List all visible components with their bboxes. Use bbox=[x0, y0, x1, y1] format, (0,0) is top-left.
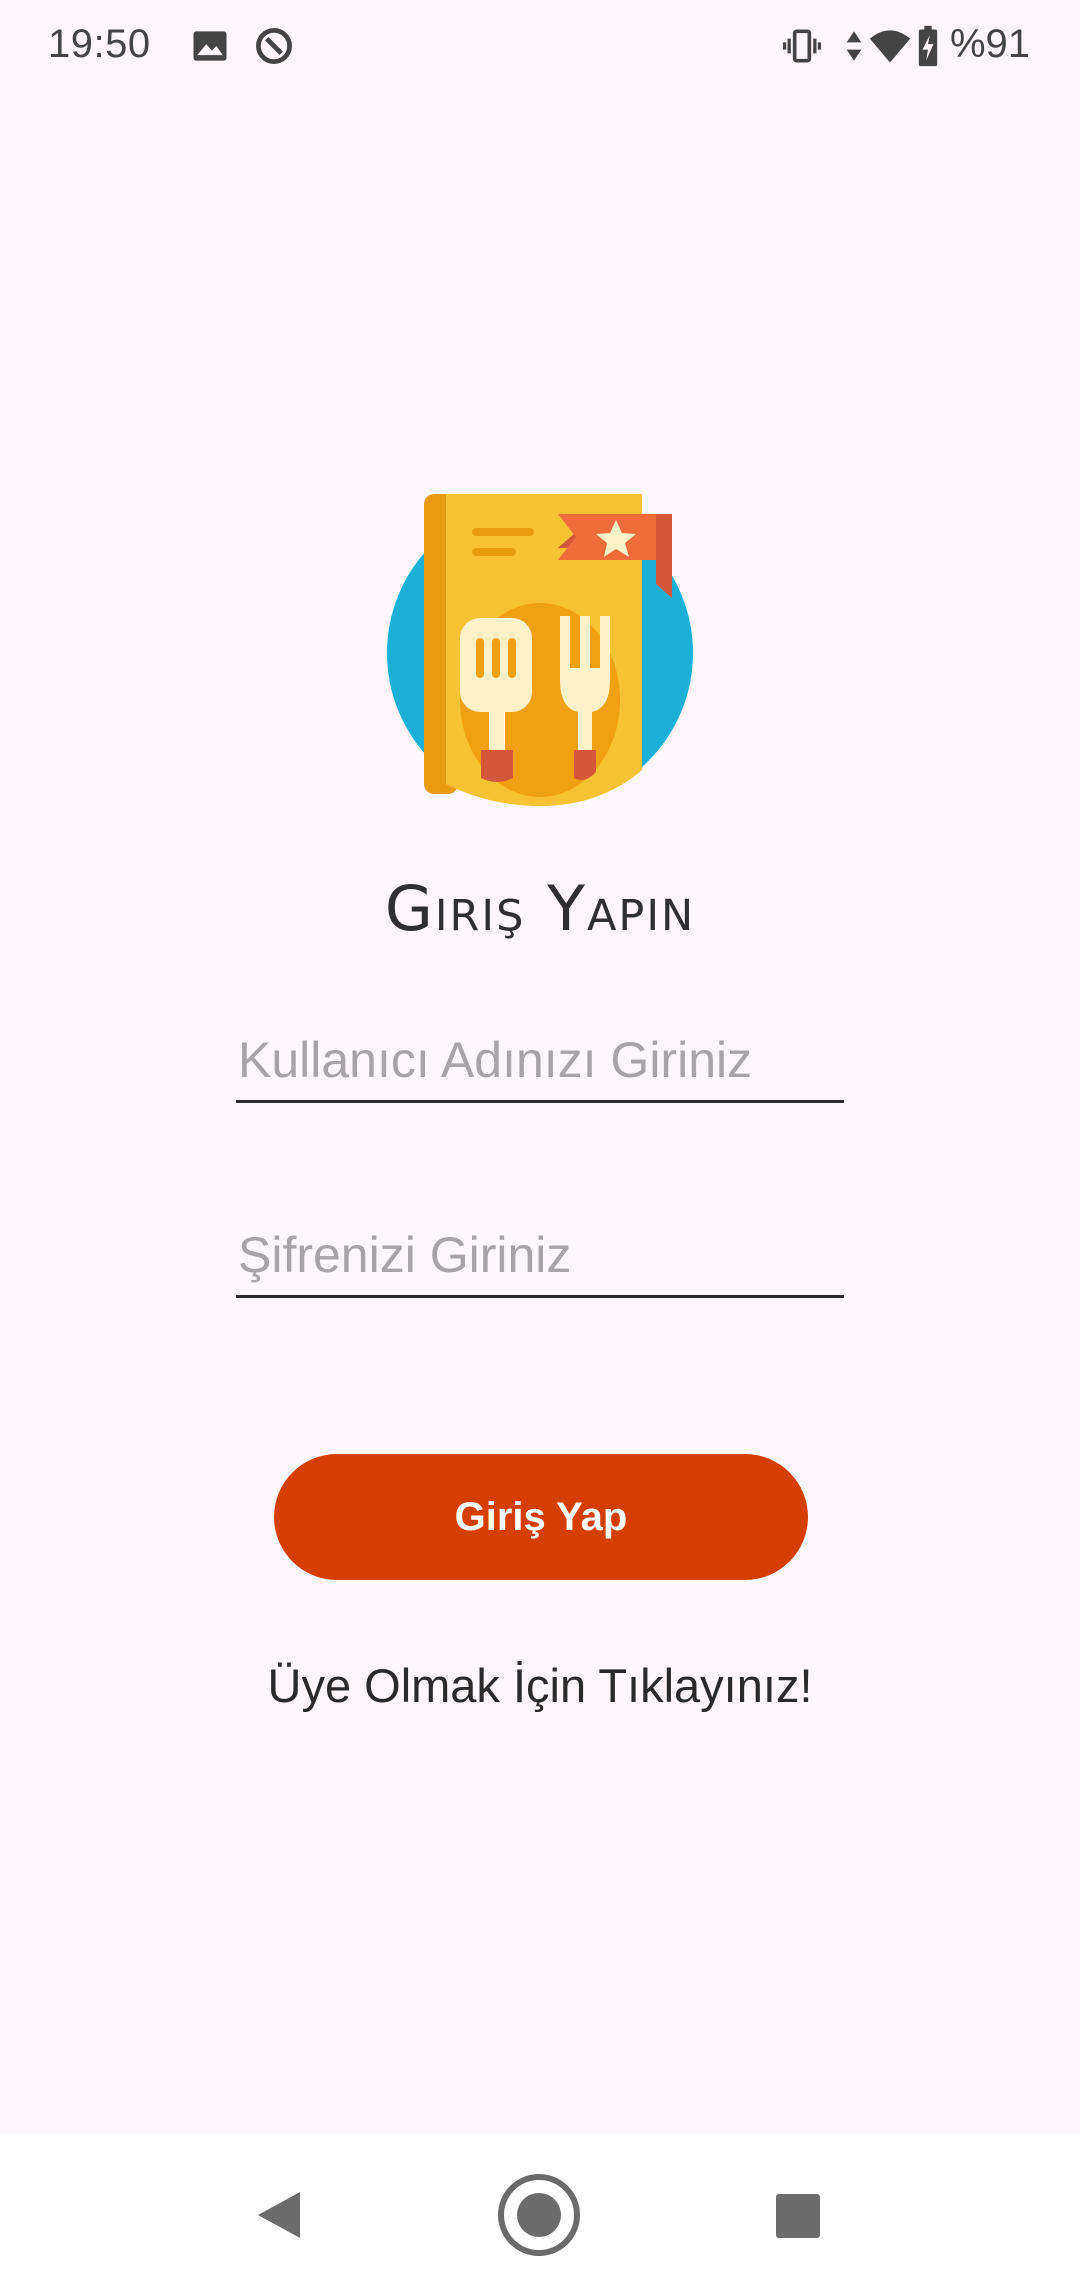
battery-percentage: %91 bbox=[949, 22, 1030, 66]
home-icon[interactable] bbox=[494, 2170, 584, 2260]
wifi-icon bbox=[869, 30, 911, 63]
recipe-book-icon bbox=[387, 494, 693, 806]
recents-icon[interactable] bbox=[752, 2170, 842, 2260]
register-link[interactable]: Üye Olmak İçin Tıklayınız! bbox=[0, 1658, 1080, 1713]
back-icon[interactable] bbox=[234, 2170, 324, 2260]
login-button[interactable]: Giriş Yap bbox=[274, 1454, 808, 1580]
navigation-bar bbox=[0, 2134, 1080, 2280]
vibrate-icon bbox=[782, 29, 822, 63]
image-icon bbox=[193, 31, 227, 61]
battery-charging-icon bbox=[918, 25, 938, 67]
status-time: 19:50 bbox=[48, 22, 151, 66]
password-input[interactable] bbox=[236, 1215, 844, 1295]
data-saver-icon bbox=[256, 28, 292, 64]
username-input[interactable] bbox=[236, 1020, 844, 1100]
page-title: Giriş Yapın bbox=[384, 872, 696, 945]
password-field[interactable] bbox=[236, 1215, 844, 1298]
username-field[interactable] bbox=[236, 1020, 844, 1103]
status-bar: 19:50 %91 bbox=[0, 0, 1080, 92]
data-arrows-icon bbox=[846, 31, 862, 61]
